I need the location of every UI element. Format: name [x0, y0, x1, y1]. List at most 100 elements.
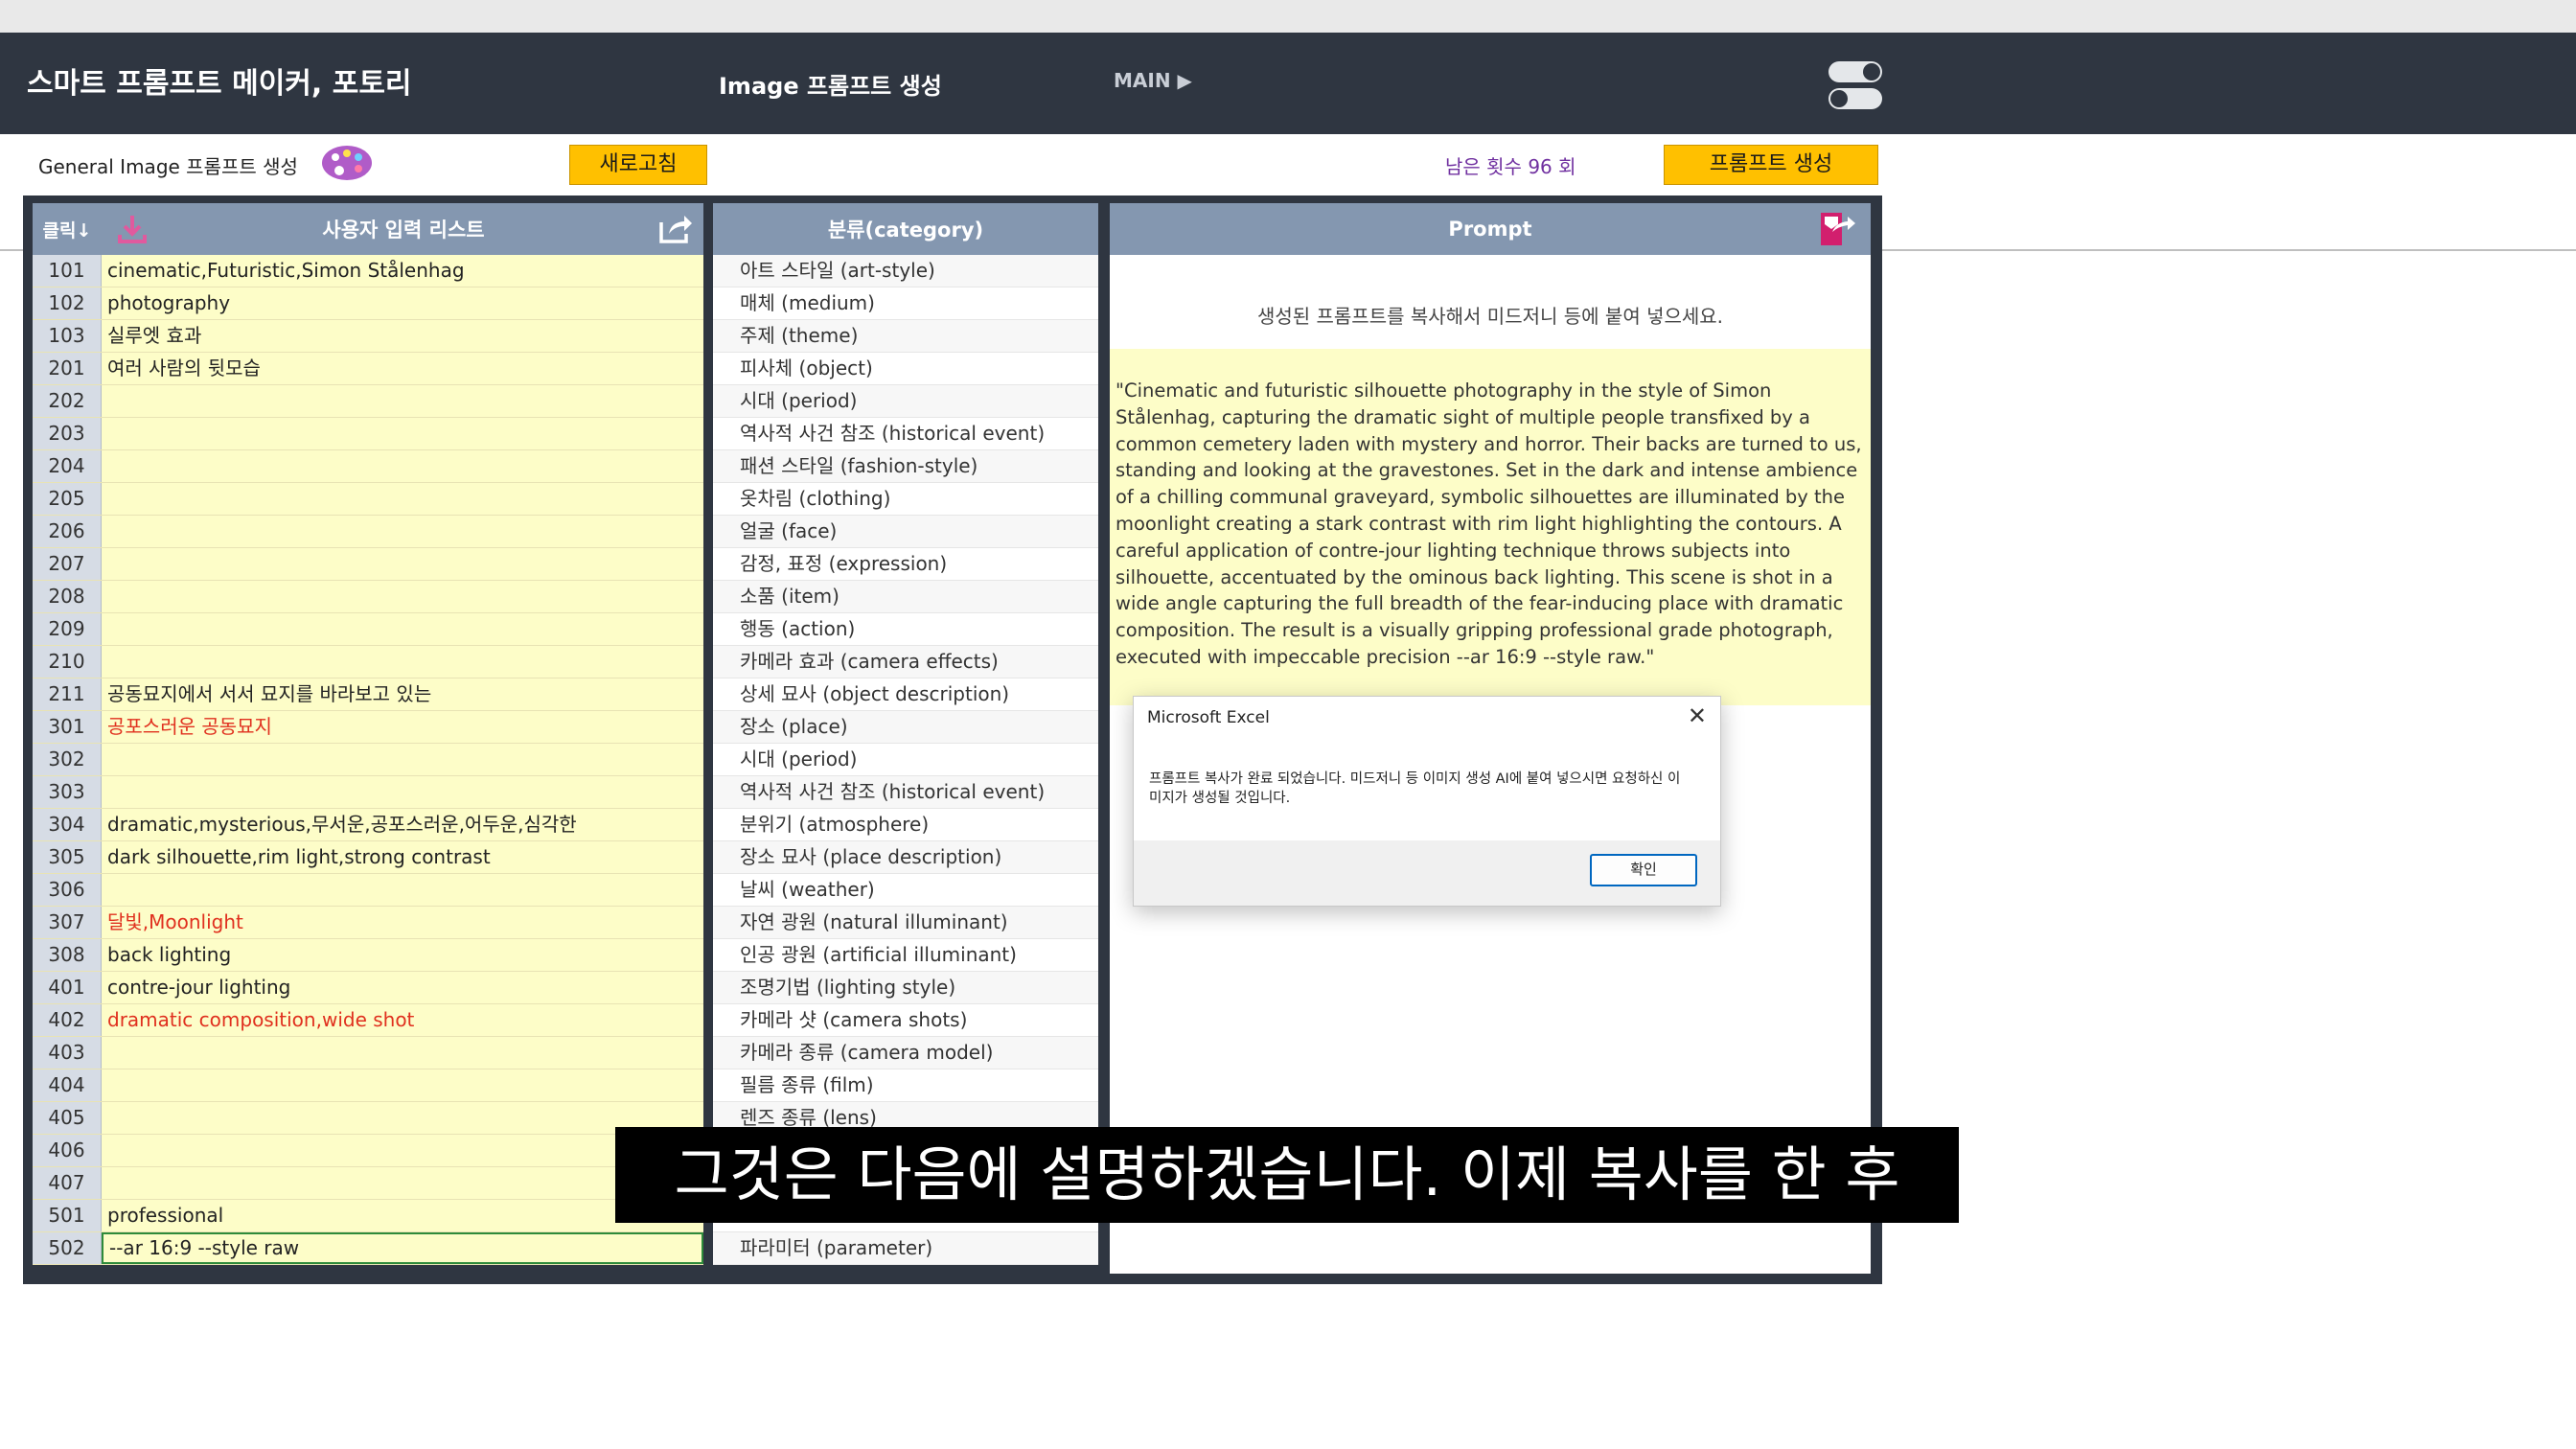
input-cell[interactable]: contre-jour lighting: [102, 972, 703, 1003]
dialog-message: 프롬프트 복사가 완료 되었습니다. 미드저니 등 이미지 생성 AI에 붙여 …: [1149, 771, 1681, 806]
generate-prompt-button[interactable]: 프롬프트 생성: [1664, 145, 1878, 185]
table-row: 303: [33, 776, 703, 809]
input-list-panel: 클릭↓ 사용자 입력 리스트 101 cinematic,Futuristic,S…: [33, 203, 703, 1265]
category-header: 분류(category): [713, 203, 1098, 255]
click-header[interactable]: 클릭↓: [33, 217, 102, 242]
input-cell[interactable]: 공포스러운 공동묘지: [102, 711, 703, 743]
input-cell[interactable]: [102, 581, 703, 612]
table-row: 101 cinematic,Futuristic,Simon Stålenhag: [33, 255, 703, 288]
row-number: 502: [33, 1232, 102, 1264]
table-row: 302: [33, 744, 703, 776]
category-item: 인공 광원 (artificial illuminant): [713, 939, 1098, 972]
close-icon[interactable]: ✕: [1688, 702, 1707, 729]
prompt-text[interactable]: "Cinematic and futuristic silhouette pho…: [1110, 349, 1871, 705]
category-item: 장소 묘사 (place description): [713, 841, 1098, 874]
category-item: 파라미터 (parameter): [713, 1232, 1098, 1265]
input-cell[interactable]: [102, 776, 703, 808]
row-number: 102: [33, 288, 102, 319]
category-item: 날씨 (weather): [713, 874, 1098, 907]
input-cell[interactable]: [102, 483, 703, 515]
input-cell[interactable]: 달빛,Moonlight: [102, 907, 703, 938]
row-number: 402: [33, 1004, 102, 1036]
input-cell[interactable]: [102, 548, 703, 580]
dialog-footer: 확인: [1134, 840, 1720, 906]
category-item: 감정, 표정 (expression): [713, 548, 1098, 581]
table-row: 206: [33, 516, 703, 548]
refresh-button[interactable]: 새로고침: [569, 145, 707, 185]
input-cell[interactable]: dark silhouette,rim light,strong contras…: [102, 841, 703, 873]
row-number: 403: [33, 1037, 102, 1069]
table-row: 207: [33, 548, 703, 581]
input-cell[interactable]: professional: [102, 1200, 703, 1231]
table-row: 204: [33, 450, 703, 483]
input-cell[interactable]: [102, 646, 703, 678]
ok-button[interactable]: 확인: [1590, 854, 1697, 886]
input-list-title: 사용자 입력 리스트: [322, 218, 485, 242]
share-icon[interactable]: [657, 213, 694, 245]
input-cell[interactable]: [102, 1167, 703, 1199]
table-row: 308 back lighting: [33, 939, 703, 972]
copy-icon[interactable]: [1819, 211, 1857, 247]
input-cell[interactable]: [102, 1037, 703, 1069]
category-item: 자연 광원 (natural illuminant): [713, 907, 1098, 939]
category-item: 카메라 종류 (camera model): [713, 1037, 1098, 1070]
input-cell[interactable]: [102, 744, 703, 775]
input-cell[interactable]: back lighting: [102, 939, 703, 971]
input-cell[interactable]: 여러 사람의 뒷모습: [102, 353, 703, 384]
table-row: 501 professional: [33, 1200, 703, 1232]
input-cell[interactable]: [102, 1135, 703, 1166]
dialog-title: Microsoft Excel: [1147, 708, 1270, 727]
input-cell[interactable]: 실루엣 효과: [102, 320, 703, 352]
category-item: 상세 묘사 (object description): [713, 678, 1098, 711]
row-number: 204: [33, 450, 102, 482]
input-cell[interactable]: [102, 874, 703, 906]
category-item: 역사적 사건 참조 (historical event): [713, 418, 1098, 450]
input-cell[interactable]: [102, 418, 703, 449]
video-caption: 그것은 다음에 설명하겠습니다. 이제 복사를 한 후: [615, 1127, 1959, 1223]
row-number: 203: [33, 418, 102, 449]
input-cell[interactable]: [102, 613, 703, 645]
input-cell[interactable]: [102, 516, 703, 547]
row-number: 405: [33, 1102, 102, 1134]
input-cell[interactable]: [102, 385, 703, 417]
row-number: 407: [33, 1167, 102, 1199]
input-cell[interactable]: [102, 1102, 703, 1134]
table-row: 407: [33, 1167, 703, 1200]
row-number: 406: [33, 1135, 102, 1166]
input-cell[interactable]: cinematic,Futuristic,Simon Stålenhag: [102, 255, 703, 287]
category-item: 역사적 사건 참조 (historical event): [713, 776, 1098, 809]
row-number: 205: [33, 483, 102, 515]
page-title: Image 프롬프트 생성: [719, 73, 942, 100]
row-number: 302: [33, 744, 102, 775]
table-row: 304 dramatic,mysterious,무서운,공포스러운,어두운,심각한: [33, 809, 703, 841]
category-item: 패션 스타일 (fashion-style): [713, 450, 1098, 483]
category-item: 주제 (theme): [713, 320, 1098, 353]
input-cell[interactable]: photography: [102, 288, 703, 319]
category-item: 소품 (item): [713, 581, 1098, 613]
toggle-icon[interactable]: [1828, 59, 1882, 111]
main-link[interactable]: MAIN ▶: [1114, 69, 1192, 92]
row-number: 208: [33, 581, 102, 612]
table-row: 307 달빛,Moonlight: [33, 907, 703, 939]
row-number: 307: [33, 907, 102, 938]
row-number: 501: [33, 1200, 102, 1231]
table-row: 205: [33, 483, 703, 516]
input-cell[interactable]: dramatic,mysterious,무서운,공포스러운,어두운,심각한: [102, 809, 703, 840]
table-row: 406: [33, 1135, 703, 1167]
row-number: 211: [33, 678, 102, 710]
input-cell[interactable]: [102, 1070, 703, 1101]
input-cell[interactable]: [102, 450, 703, 482]
download-icon[interactable]: [115, 212, 150, 246]
input-cell[interactable]: --ar 16:9 --style raw: [102, 1232, 703, 1264]
input-cell[interactable]: dramatic composition,wide shot: [102, 1004, 703, 1036]
row-number: 207: [33, 548, 102, 580]
table-row: 305 dark silhouette,rim light,strong cont…: [33, 841, 703, 874]
row-number: 210: [33, 646, 102, 678]
top-strip: [0, 0, 2576, 33]
category-item: 카메라 효과 (camera effects): [713, 646, 1098, 678]
category-item: 옷차림 (clothing): [713, 483, 1098, 516]
category-item: 아트 스타일 (art-style): [713, 255, 1098, 288]
row-number: 202: [33, 385, 102, 417]
input-cell[interactable]: 공동묘지에서 서서 묘지를 바라보고 있는: [102, 678, 703, 710]
table-row: 301 공포스러운 공동묘지: [33, 711, 703, 744]
